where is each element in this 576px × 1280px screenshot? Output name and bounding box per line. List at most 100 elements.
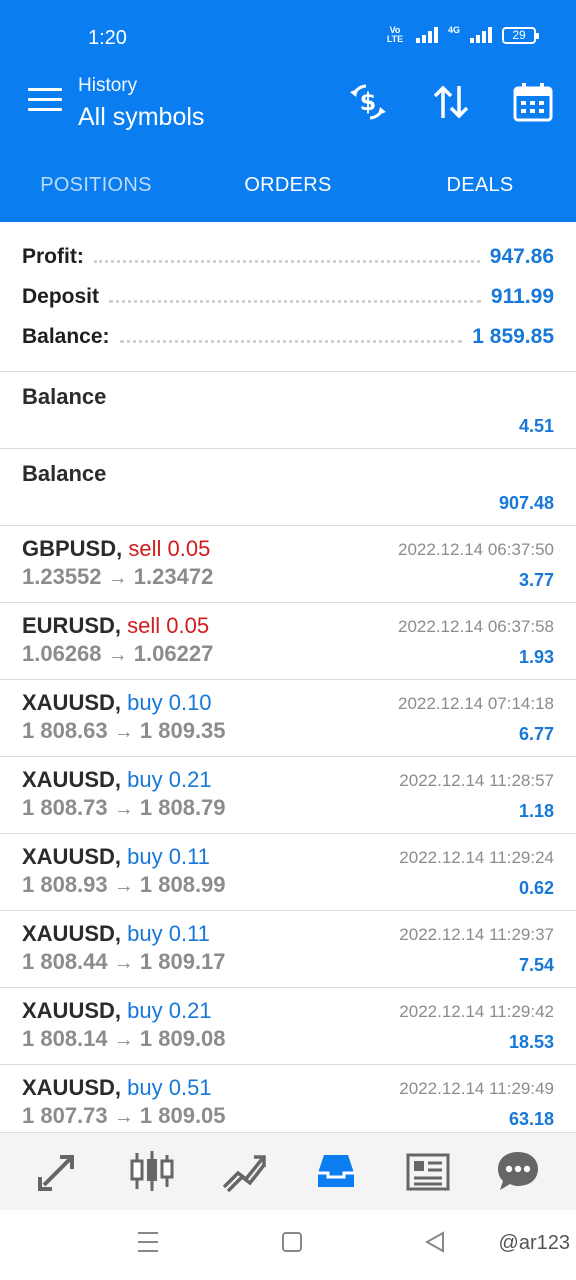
history-icon[interactable]: [312, 1147, 360, 1195]
deal-row[interactable]: EURUSD, sell 0.05 1.06268 → 1.06227 2022.1…: [0, 603, 576, 680]
deal-side: sell 0.05: [128, 536, 211, 561]
system-nav-bar: @ar123: [0, 1210, 576, 1280]
deposit-label: Deposit: [22, 285, 100, 308]
summary-row-balance: Balance: 1 859.85: [22, 317, 554, 357]
deal-profit: 1.18: [518, 801, 554, 821]
status-bar: 1:20 Vo LTE 4G 29: [0, 0, 576, 70]
summary-row-deposit: Deposit 911.99: [22, 277, 554, 317]
deal-time: 2022.12.14 06:37:50: [398, 540, 554, 559]
deal-row[interactable]: XAUUSD, buy 0.11 1 808.44 → 1 809.17 2022.…: [0, 911, 576, 988]
deal-profit: 18.53: [508, 1032, 554, 1052]
deal-row[interactable]: XAUUSD, buy 0.21 1 808.14 → 1 809.08 2022.…: [0, 988, 576, 1065]
deal-open-price: 1 808.14: [22, 1026, 108, 1051]
deal-symbol: EURUSD,: [22, 613, 122, 638]
deal-header: EURUSD, sell 0.05: [22, 613, 209, 639]
deal-header: XAUUSD, buy 0.21: [22, 998, 212, 1024]
deal-side: buy 0.11: [127, 844, 210, 869]
deal-row[interactable]: GBPUSD, sell 0.05 1.23552 → 1.23472 2022.1…: [0, 526, 576, 603]
deal-symbol: XAUUSD,: [22, 921, 122, 946]
dotted-leader: [109, 291, 481, 303]
deal-profit: 1.93: [518, 647, 554, 667]
arrow-icon: →: [113, 1106, 134, 1128]
deal-symbol: GBPUSD,: [22, 536, 123, 561]
deal-side: buy 0.51: [127, 1075, 212, 1100]
deal-header: GBPUSD, sell 0.05: [22, 536, 210, 562]
chat-icon[interactable]: [494, 1147, 542, 1195]
network-type-label: 4G: [447, 25, 460, 35]
title-block: History All symbols: [78, 74, 204, 134]
deal-side: buy 0.11: [127, 921, 210, 946]
deal-header: XAUUSD, buy 0.10: [22, 690, 212, 716]
deal-close-price: 1 809.05: [139, 1103, 226, 1128]
deal-side: buy 0.21: [127, 767, 212, 792]
deal-open-price: 1 807.73: [22, 1103, 108, 1128]
deal-profit: 7.54: [518, 955, 554, 975]
deal-header: XAUUSD, buy 0.51: [22, 1075, 212, 1101]
arrow-icon: →: [113, 875, 134, 897]
deal-row[interactable]: XAUUSD, buy 0.11 1 808.93 → 1 808.99 2022.…: [0, 834, 576, 911]
arrow-icon: →: [113, 952, 134, 974]
deal-row[interactable]: XAUUSD, buy 0.51 1 807.73 → 1 809.05 2022.…: [0, 1065, 576, 1142]
tab-deals[interactable]: DEALS: [384, 146, 576, 222]
balance-row[interactable]: Balance 4.51: [0, 372, 576, 449]
quotes-icon[interactable]: [34, 1147, 82, 1195]
toolbar: History All symbols $: [0, 70, 576, 146]
news-icon[interactable]: [404, 1147, 452, 1195]
profit-value: 947.86: [489, 245, 554, 268]
deal-time: 2022.12.14 11:29:37: [399, 925, 554, 944]
deal-close-price: 1 809.35: [139, 718, 226, 743]
deal-close-price: 1 809.08: [139, 1026, 226, 1051]
deal-side: buy 0.10: [127, 690, 212, 715]
deal-prices: 1 808.93 → 1 808.99: [22, 872, 226, 898]
menu-icon[interactable]: [28, 88, 62, 118]
deal-row[interactable]: XAUUSD, buy 0.10 1 808.63 → 1 809.35 2022.…: [0, 680, 576, 757]
dotted-leader: [119, 331, 463, 343]
page-title[interactable]: All symbols: [78, 100, 204, 134]
tab-positions[interactable]: POSITIONS: [0, 146, 192, 222]
battery-level: 29: [512, 27, 526, 42]
deal-row[interactable]: XAUUSD, buy 0.21 1 808.73 → 1 808.79 2022.…: [0, 757, 576, 834]
deal-prices: 1.23552 → 1.23472: [22, 564, 213, 590]
recent-apps-icon[interactable]: [137, 1230, 159, 1259]
svg-text:$: $: [360, 88, 377, 116]
deal-open-price: 1 808.44: [22, 949, 108, 974]
back-icon[interactable]: [424, 1230, 446, 1259]
deal-time: 2022.12.14 11:29:24: [399, 848, 554, 867]
deal-prices: 1 808.63 → 1 809.35: [22, 718, 226, 744]
chart-icon[interactable]: [128, 1147, 176, 1195]
deal-close-price: 1 808.99: [139, 872, 226, 897]
balance-entry-value: 907.48: [498, 493, 554, 513]
deal-symbol: XAUUSD,: [22, 690, 122, 715]
deal-time: 2022.12.14 11:29:49: [399, 1079, 554, 1098]
battery-icon: 29: [502, 26, 539, 44]
home-icon[interactable]: [281, 1230, 303, 1259]
balance-entry-title: Balance: [22, 461, 107, 486]
deal-symbol: XAUUSD,: [22, 767, 122, 792]
app-bar: 1:20 Vo LTE 4G 29 History All symbols $ …: [0, 0, 576, 222]
balance-row[interactable]: Balance 907.48: [0, 449, 576, 526]
watermark: @ar123: [498, 1232, 570, 1254]
deal-prices: 1 807.73 → 1 809.05: [22, 1103, 226, 1129]
deal-profit: 63.18: [508, 1109, 554, 1129]
sort-icon[interactable]: [429, 80, 473, 124]
deal-side: buy 0.21: [127, 998, 212, 1023]
tab-orders[interactable]: ORDERS: [192, 146, 384, 222]
arrow-icon: →: [107, 644, 128, 666]
page-subtitle: History: [78, 75, 138, 96]
calendar-icon[interactable]: [511, 80, 555, 124]
deal-header: XAUUSD, buy 0.11: [22, 844, 210, 870]
deal-open-price: 1.06268: [22, 641, 102, 666]
deposit-value: 911.99: [490, 285, 554, 308]
arrow-icon: →: [107, 567, 128, 589]
currency-exchange-icon[interactable]: $: [346, 80, 390, 124]
deal-open-price: 1.23552: [22, 564, 102, 589]
deal-time: 2022.12.14 11:29:42: [399, 1002, 554, 1021]
deal-open-price: 1 808.63: [22, 718, 108, 743]
deal-symbol: XAUUSD,: [22, 998, 122, 1023]
deal-symbol: XAUUSD,: [22, 1075, 122, 1100]
deal-time: 2022.12.14 11:28:57: [399, 771, 554, 790]
status-time: 1:20: [88, 27, 127, 49]
deal-close-price: 1 808.79: [139, 795, 226, 820]
trade-icon[interactable]: [220, 1147, 268, 1195]
deal-time: 2022.12.14 07:14:18: [398, 694, 554, 713]
